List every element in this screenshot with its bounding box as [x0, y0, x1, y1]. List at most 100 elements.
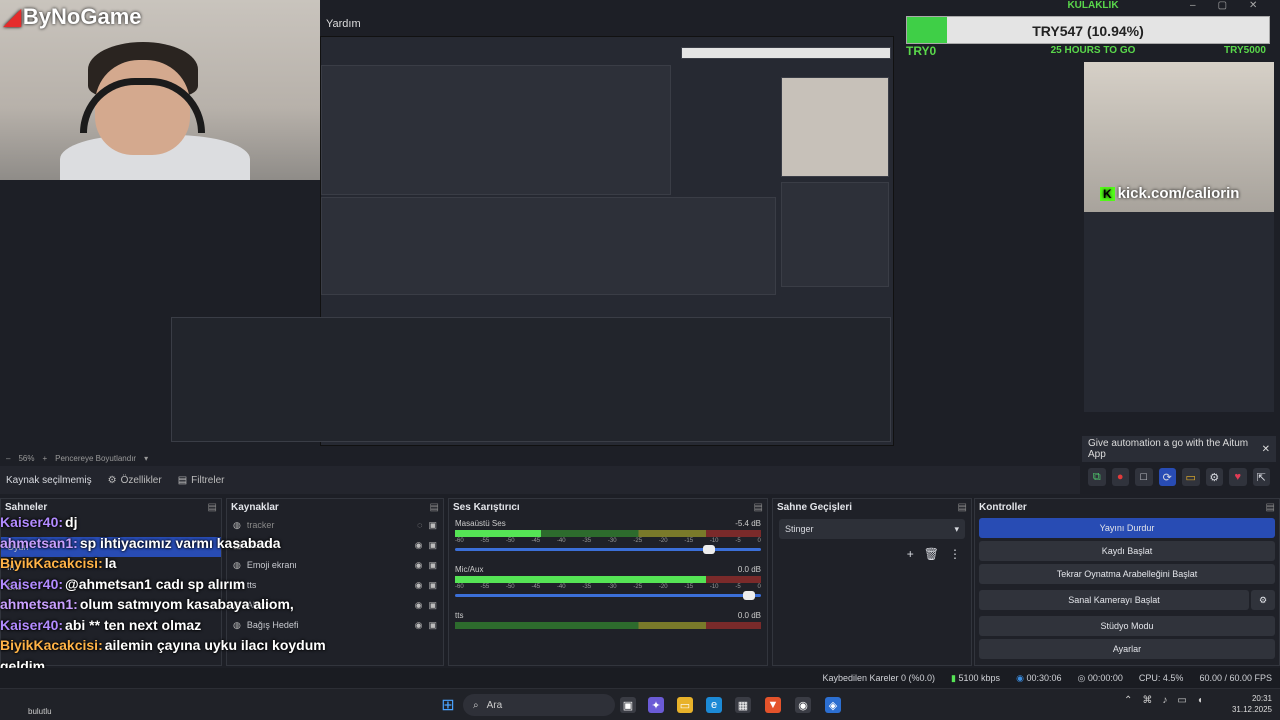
add-icon[interactable]: + — [907, 547, 914, 561]
status-bar: Kaybedilen Kareler 0 (%0.0) ▮ 5100 kbps … — [0, 668, 1280, 688]
automation-banner[interactable]: Give automation a go with the Aitum App … — [1082, 436, 1276, 462]
app-icon[interactable]: ◈ — [825, 697, 841, 713]
trash-icon[interactable]: 🗑 — [924, 547, 939, 561]
record-icon[interactable]: ● — [1111, 468, 1129, 486]
dock-menu-icon[interactable]: ▤ — [430, 502, 439, 513]
explorer-icon[interactable]: ▭ — [677, 697, 693, 713]
bynogame-logo: ◢ ByNoGame — [4, 4, 142, 29]
chevron-down-icon: ▾ — [954, 523, 959, 534]
chat-text: olum satmıyom kasabaya aliom, — [79, 596, 294, 613]
meter-tick-label: -35 — [582, 538, 592, 544]
replay-buffer-button[interactable]: Tekrar Oynatma Arabelleğini Başlat — [979, 564, 1275, 584]
brave-icon[interactable]: ▼ — [765, 697, 781, 713]
transitions-title: Sahne Geçişleri — [777, 501, 853, 513]
monitor-icon[interactable]: ▭ — [1177, 695, 1186, 706]
edge-icon[interactable]: e — [706, 697, 722, 713]
chat-message: Kaiser40: abi ** ten next olmaz — [0, 615, 420, 636]
windows-start-icon[interactable]: ⊞ — [440, 697, 456, 714]
settings-button[interactable]: Ayarlar — [979, 639, 1275, 659]
chat-username: BiyikKacakcisi: — [0, 555, 103, 572]
chat-text: sp ihtiyacımız varmı kasabada — [79, 534, 281, 551]
volume-meter — [455, 530, 761, 537]
mic-icon[interactable]: ♪ — [1162, 695, 1167, 706]
meter-tick-label: -60 — [455, 584, 464, 590]
minimize-icon[interactable]: – — [1190, 0, 1196, 11]
meter-tick-label: 0 — [757, 538, 761, 544]
more-icon[interactable]: ⋮ — [949, 547, 961, 561]
lock-icon: ▣ — [428, 599, 437, 610]
fit-window-button[interactable]: Pencereye Boyutlandır — [55, 454, 136, 463]
meter-tick-label: -45 — [531, 584, 541, 590]
stream-time: ◉ 00:30:06 — [1016, 672, 1062, 683]
zoom-in-icon[interactable]: + — [42, 454, 47, 463]
chat-username: BiyikKacakcisi: — [0, 637, 103, 654]
scenes-title: Sahneler — [5, 501, 48, 513]
bitrate: ▮ 5100 kbps — [951, 672, 1001, 683]
meter-tick-label: -5 — [735, 538, 741, 544]
mixer-channel: Mic/Aux 0.0 dB -60 -55 -50 -45 -40 -35 -30 -25 -2… — [449, 565, 767, 600]
chat-text: abi ** ten next olmaz — [65, 616, 202, 633]
dock-menu-icon[interactable]: ▤ — [754, 502, 763, 513]
audio-mixer-dock: Ses Karıştırıcı ▤ Masaüstü Ses -5.4 dB -60… — [448, 498, 768, 666]
obs-icon[interactable]: ◉ — [795, 697, 811, 713]
signal-icon: ▮ — [951, 672, 956, 683]
search-icon: ⌕ — [473, 699, 479, 711]
dock-menu-icon[interactable]: ▤ — [958, 502, 967, 513]
chat-username: ahmetsan1: — [0, 534, 78, 551]
plugin-icon[interactable]: ⧉ — [1088, 468, 1106, 486]
virtual-camera-button[interactable]: Sanal Kamerayı Başlat — [979, 590, 1249, 610]
dock-menu-icon[interactable]: ▤ — [1266, 502, 1275, 513]
record-icon: ◎ — [1077, 672, 1086, 683]
share-icon[interactable]: ⇱ — [1252, 468, 1270, 486]
chat-username: ahmetsan1: — [0, 596, 78, 613]
window-controls: – ▢ ✕ — [1190, 0, 1257, 11]
chevron-up-icon[interactable]: ⌃ — [1124, 695, 1132, 706]
store-icon[interactable]: ▦ — [735, 697, 751, 713]
stop-stream-button[interactable]: Yayını Durdur — [979, 518, 1275, 538]
menu-help[interactable]: Yardım — [326, 18, 361, 30]
meter-tick-label: -45 — [531, 538, 541, 544]
lock-icon: ▣ — [428, 619, 437, 630]
network-icon[interactable]: ⌘ — [1142, 695, 1152, 706]
fps-counter: 60.00 / 60.00 FPS — [1199, 673, 1272, 683]
meter-tick-label: -15 — [684, 584, 694, 590]
chat-overlay: Kaiser40: dj ahmetsan1: sp ihtiyacımız varm… — [0, 512, 420, 676]
meter-tick-label: -10 — [709, 538, 719, 544]
meter-tick-label: -5 — [735, 584, 741, 590]
sync-icon[interactable]: ⟳ — [1158, 468, 1176, 486]
properties-button[interactable]: ⚙ Özellikler — [108, 475, 162, 486]
zoom-out-icon[interactable]: – — [6, 454, 10, 463]
close-icon[interactable]: ✕ — [1262, 444, 1270, 455]
chat-text: la — [104, 555, 117, 572]
meter-tick-label: -20 — [658, 584, 668, 590]
dock-menu-icon[interactable]: ▤ — [208, 502, 217, 513]
volume-slider[interactable] — [455, 545, 761, 554]
studio-mode-button[interactable]: Stüdyo Modu — [979, 616, 1275, 636]
windows-taskbar: bulutlu ⊞ ⌕ Ara ▣ ✦ ▭ e ▦ ▼ ◉ ◈ ⌃ ⌘ ♪ ▭ ◖… — [0, 688, 1280, 720]
taskbar-search[interactable]: ⌕ Ara — [463, 694, 615, 716]
copilot-icon[interactable]: ✦ — [648, 697, 664, 713]
filter-icon: ▤ — [177, 474, 188, 486]
start-recording-button[interactable]: Kaydı Başlat — [979, 541, 1275, 561]
volume-slider[interactable] — [455, 591, 761, 600]
close-icon[interactable]: ✕ — [1249, 0, 1257, 11]
meter-tick-label: -55 — [480, 538, 490, 544]
meter-tick-label: -40 — [556, 584, 566, 590]
folder-icon[interactable]: ▭ — [1182, 468, 1200, 486]
square-icon[interactable]: □ — [1135, 468, 1153, 486]
chat-username: Kaiser40: — [0, 514, 64, 531]
mixer-title: Ses Karıştırıcı — [453, 501, 520, 513]
heart-icon[interactable]: ♥ — [1229, 468, 1247, 486]
task-view-icon[interactable]: ▣ — [620, 697, 636, 713]
sources-title: Kaynaklar — [231, 501, 279, 513]
gear-icon[interactable]: ⚙ — [1205, 468, 1223, 486]
meter-tick-label: -30 — [607, 584, 617, 590]
chevron-down-icon[interactable]: ▾ — [144, 454, 148, 463]
right-preview-mini — [1084, 212, 1274, 412]
filters-button[interactable]: ▤ Filtreler — [178, 475, 225, 486]
transition-select[interactable]: Stinger ▾ — [779, 519, 965, 539]
gear-icon[interactable]: ⚙ — [1251, 590, 1275, 610]
taskbar-clock[interactable]: 20:31 31.12.2025 — [1200, 693, 1272, 715]
controls-dock: Kontroller ▤ Yayını Durdur Kaydı Başlat T… — [974, 498, 1280, 666]
maximize-icon[interactable]: ▢ — [1218, 0, 1227, 11]
